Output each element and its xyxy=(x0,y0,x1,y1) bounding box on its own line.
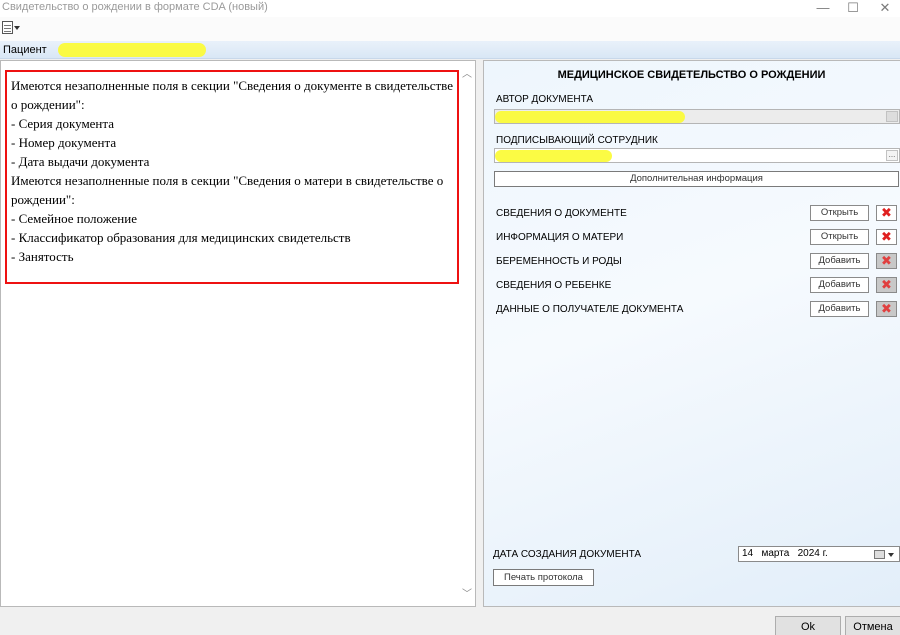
creation-date-value: 14 марта 2024 г. xyxy=(742,548,828,559)
red-x-icon: ✖ xyxy=(881,229,892,244)
patient-bar: Пациент xyxy=(0,41,900,59)
print-protocol-button[interactable]: Печать протокола xyxy=(493,569,594,586)
creation-date-label: ДАТА СОЗДАНИЯ ДОКУМЕНТА xyxy=(493,549,642,560)
signer-field[interactable]: ... xyxy=(494,148,900,163)
signer-browse-button[interactable]: ... xyxy=(886,150,898,161)
scroll-down-icon[interactable]: ﹀ xyxy=(462,585,472,600)
additional-info-button[interactable]: Дополнительная информация xyxy=(494,171,899,187)
validation-line: - Дата выдачи документа xyxy=(11,154,150,169)
toolbar xyxy=(0,17,900,41)
creation-date-picker[interactable]: 14 марта 2024 г. xyxy=(738,546,900,562)
dropdown-arrow-icon xyxy=(14,26,20,30)
delete-document-button[interactable]: ✖ xyxy=(876,205,897,221)
close-button[interactable]: ✕ xyxy=(867,0,900,17)
add-pregnancy-button[interactable]: Добавить xyxy=(810,253,869,269)
signer-label: ПОДПИСЫВАЮЩИЙ СОТРУДНИК xyxy=(496,135,658,146)
validation-error-box: Имеются незаполненные поля в секции "Све… xyxy=(5,70,459,284)
section-label-child: СВЕДЕНИЯ О РЕБЕНКЕ xyxy=(496,280,612,291)
author-label: АВТОР ДОКУМЕНТА xyxy=(496,94,594,105)
delete-recipient-button[interactable]: ✖ xyxy=(876,301,897,317)
delete-child-button[interactable]: ✖ xyxy=(876,277,897,293)
section-label-pregnancy: БЕРЕМЕННОСТЬ И РОДЫ xyxy=(496,256,622,267)
patient-name-redaction xyxy=(58,43,206,57)
maximize-button[interactable]: ☐ xyxy=(835,0,871,17)
birth-certificate-form: МЕДИЦИНСКОЕ СВИДЕТЕЛЬСТВО О РОЖДЕНИИ АВТ… xyxy=(483,60,900,607)
cancel-button[interactable]: Отмена xyxy=(845,616,900,635)
section-label-mother: ИНФОРМАЦИЯ О МАТЕРИ xyxy=(496,232,624,243)
open-mother-button[interactable]: Открыть xyxy=(810,229,869,245)
validation-panel: Имеются незаполненные поля в секции "Све… xyxy=(0,60,476,607)
document-icon xyxy=(2,21,13,34)
validation-line: - Серия документа xyxy=(11,116,115,131)
validation-line: Имеются незаполненные поля в секции "Све… xyxy=(11,173,444,207)
delete-pregnancy-button[interactable]: ✖ xyxy=(876,253,897,269)
add-child-button[interactable]: Добавить xyxy=(810,277,869,293)
author-redaction xyxy=(495,111,685,123)
open-document-button[interactable]: Открыть xyxy=(810,205,869,221)
author-field[interactable] xyxy=(494,109,900,124)
chevron-down-icon[interactable] xyxy=(888,553,894,557)
signer-redaction xyxy=(495,150,612,162)
section-label-document: СВЕДЕНИЯ О ДОКУМЕНТЕ xyxy=(496,208,627,219)
validation-line: Имеются незаполненные поля в секции "Све… xyxy=(11,78,454,112)
add-recipient-button[interactable]: Добавить xyxy=(810,301,869,317)
validation-line: - Классификатор образования для медицинс… xyxy=(11,230,351,245)
red-x-icon: ✖ xyxy=(881,301,892,316)
red-x-icon: ✖ xyxy=(881,253,892,268)
ok-button[interactable]: Ok xyxy=(775,616,841,635)
red-x-icon: ✖ xyxy=(881,205,892,220)
calendar-icon[interactable] xyxy=(874,550,885,559)
patient-label: Пациент xyxy=(3,44,47,56)
form-title: МЕДИЦИНСКОЕ СВИДЕТЕЛЬСТВО О РОЖДЕНИИ xyxy=(557,69,826,81)
delete-mother-button[interactable]: ✖ xyxy=(876,229,897,245)
author-browse-button[interactable] xyxy=(886,111,898,122)
validation-line: - Семейное положение xyxy=(11,211,137,226)
validation-line: - Номер документа xyxy=(11,135,117,150)
dialog-footer: Ok Отмена xyxy=(0,607,900,635)
scroll-up-icon[interactable]: ︿ xyxy=(462,65,472,80)
window-title: Свидетельство о рождении в формате CDA (… xyxy=(2,1,268,13)
section-label-recipient: ДАННЫЕ О ПОЛУЧАТЕЛЕ ДОКУМЕНТА xyxy=(496,304,684,315)
title-bar: Свидетельство о рождении в формате CDA (… xyxy=(0,0,900,17)
red-x-icon: ✖ xyxy=(881,277,892,292)
validation-line: - Занятость xyxy=(11,249,74,264)
